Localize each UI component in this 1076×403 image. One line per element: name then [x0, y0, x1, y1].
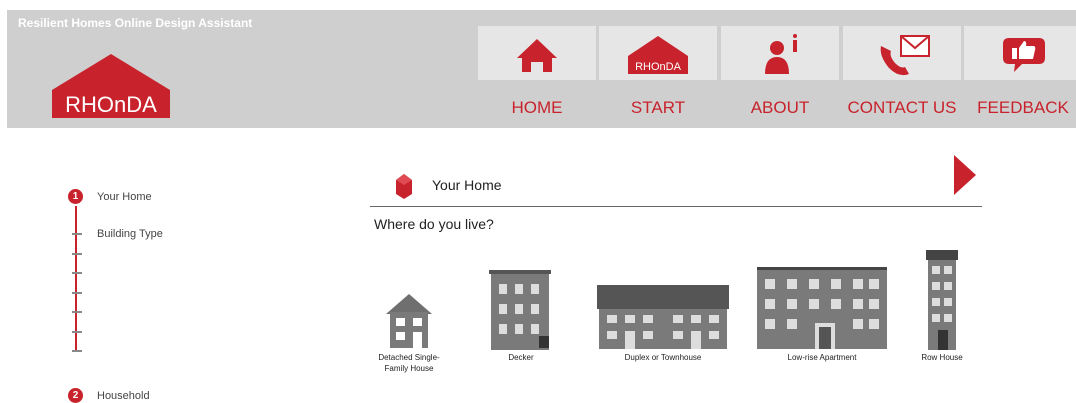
building-type-label: Low-rise Apartment	[787, 353, 857, 362]
nav-home-label[interactable]: HOME	[478, 98, 596, 118]
rhonda-logo[interactable]: RHOnDA	[52, 54, 170, 118]
building-type-label: Duplex or Townhouse	[624, 353, 702, 362]
nav-about-label[interactable]: ABOUT	[721, 98, 839, 118]
nav-start-tile[interactable]: RHOnDA	[599, 26, 717, 80]
question-text: Where do you live?	[374, 216, 494, 232]
building-type-detached-house[interactable]	[384, 292, 434, 355]
header-bar: Resilient Homes Online Design Assistant …	[7, 10, 1076, 128]
nav-start-label[interactable]: START	[599, 98, 717, 118]
building-type-label: Row House	[921, 353, 963, 362]
building-type-label: Decker	[508, 353, 534, 362]
progress-tick	[72, 350, 82, 352]
progress-tick	[72, 253, 82, 255]
nav-about-tile[interactable]	[721, 26, 839, 80]
home-icon	[517, 39, 557, 72]
substep-building-type[interactable]: Building Type	[97, 228, 163, 240]
step-2-label[interactable]: Household	[97, 390, 150, 402]
start-icon-text: RHOnDA	[635, 61, 682, 73]
building-type-label: Detached Single-Family House	[378, 353, 440, 373]
row-house-icon	[926, 250, 958, 350]
next-arrow-button[interactable]	[954, 155, 976, 195]
rhonda-house-icon: RHOnDA	[628, 36, 688, 74]
info-person-icon	[765, 34, 797, 74]
duplex-icon	[597, 285, 729, 349]
detached-house-icon	[386, 294, 432, 348]
building-type-row-house[interactable]	[924, 250, 960, 355]
nav-home-tile[interactable]	[478, 26, 596, 80]
nav-feedback-tile[interactable]	[964, 26, 1076, 80]
progress-tick	[72, 233, 82, 235]
phone-mail-icon	[880, 35, 930, 76]
nav-contact-label[interactable]: CONTACT US	[843, 98, 961, 118]
progress-tick	[72, 311, 82, 313]
step-1-badge: 1	[68, 189, 83, 204]
progress-tick	[72, 292, 82, 294]
step-1-label[interactable]: Your Home	[97, 191, 152, 203]
app-title: Resilient Homes Online Design Assistant	[18, 16, 253, 30]
logo-text: RHOnDA	[65, 92, 157, 117]
nav-contact-tile[interactable]	[843, 26, 961, 80]
section-divider	[370, 206, 982, 207]
progress-tick	[72, 331, 82, 333]
nav-feedback-label[interactable]: FEEDBACK	[964, 98, 1076, 118]
thumbs-up-bubble-icon	[1003, 38, 1045, 72]
progress-tick	[72, 272, 82, 274]
section-gem-icon	[396, 174, 412, 199]
building-type-duplex[interactable]	[597, 285, 729, 354]
step-2-badge: 2	[68, 388, 83, 403]
low-rise-apartment-icon	[757, 267, 887, 349]
building-type-low-rise-apartment[interactable]	[757, 267, 887, 354]
section-title: Your Home	[432, 177, 502, 193]
decker-icon	[489, 270, 551, 350]
building-type-decker[interactable]	[489, 270, 551, 355]
